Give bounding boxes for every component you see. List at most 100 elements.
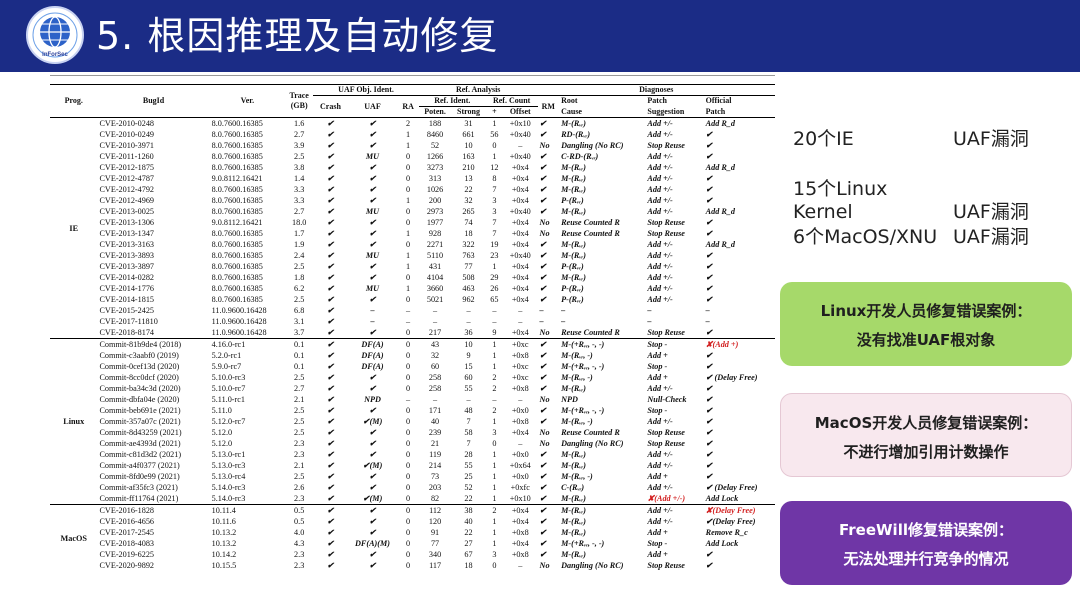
table-cell: 0	[406, 152, 411, 161]
table-cell: +0x40	[509, 130, 531, 139]
table-row: Commit-af35fc3 (2021) 5.14.0-rc3 2.6 ✔ ✔ 0 203…	[50, 482, 775, 493]
table-cell: 1	[492, 528, 497, 537]
table-row: Commit-ae4393d (2021) 5.12.0 2.3 ✔ ✔ 0 21 7 0 – No…	[50, 438, 775, 449]
table-cell: 7	[492, 185, 497, 194]
table-cell: ✔	[705, 251, 713, 260]
table-cell: Stop -	[645, 338, 704, 350]
table-row: CVE-2016-4656 10.11.6 0.5 ✔ ✔ 0 120 40 1 +0x4 ✔ M-(…	[50, 516, 775, 527]
table-cell: +0x40	[509, 207, 531, 216]
table-row: Commit-ff11764 (2021) 5.14.0-rc3 2.3 ✔ ✔(M) 0…	[50, 493, 775, 505]
table-cell: Null-Check	[647, 395, 687, 404]
table-cell: Add +	[647, 373, 668, 382]
table-cell: 10.13.2	[211, 528, 237, 537]
table-cell: 3.3	[294, 185, 305, 194]
table-cell: ✔	[539, 450, 547, 459]
table-cell: CVE-2012-1875	[99, 163, 155, 172]
table-cell: 5.2.0-rc1	[211, 351, 242, 360]
table-cell: 5021	[426, 295, 444, 304]
table-cell: ✔	[705, 196, 713, 205]
table-cell: 27	[464, 539, 473, 548]
table-cell: 60	[430, 362, 440, 371]
table-cell: –	[466, 306, 471, 315]
table-cell: 11.0.9600.16428	[211, 317, 267, 326]
table-cell: 8.0.7600.16385	[211, 240, 263, 249]
table-cell: CVE-2015-2425	[99, 306, 155, 315]
col-rm: RM	[541, 101, 555, 111]
table-cell: –	[518, 141, 523, 150]
table-cell: ✔	[539, 517, 547, 526]
table-cell: 9	[466, 351, 471, 360]
table-cell: ✔	[369, 528, 376, 537]
table-cell: CVE-2018-4083	[99, 539, 155, 548]
table-row: CVE-2012-1875 8.0.7600.16385 3.8 ✔ ✔ 0 3273 210…	[50, 162, 775, 173]
table-cell: 8.0.7600.16385	[209, 117, 286, 129]
stat-linux: 15个Linux Kernel UAF漏洞	[793, 174, 1029, 224]
table-cell: Add R_d	[705, 240, 735, 249]
table-cell: 0	[406, 472, 411, 481]
table-cell: 1	[485, 338, 503, 350]
table-cell: DF(A)(M)	[354, 539, 391, 548]
table-cell: ✔ (Delay Free)	[705, 373, 758, 382]
table-cell: 26	[490, 284, 499, 293]
table-cell: 19	[490, 240, 499, 249]
table-cell: 119	[429, 450, 442, 459]
cropped-caption	[50, 72, 775, 76]
table-cell: 8460	[426, 130, 444, 139]
table-cell: +0x4	[511, 539, 529, 548]
table-cell: 0	[406, 174, 411, 183]
table-cell: No	[539, 395, 550, 404]
table-row: CVE-2013-3897 8.0.7600.16385 2.5 ✔ ✔ 1 431 77 1 +…	[50, 261, 775, 272]
table-cell: ✔	[705, 273, 713, 282]
table-cell: 9	[492, 328, 497, 337]
table-cell: Add +/-	[647, 483, 673, 492]
table-cell: Add +/-	[647, 384, 673, 393]
table-cell: ✔	[539, 174, 547, 183]
table-cell: Remove R_c	[705, 528, 748, 537]
table-cell: ✔	[539, 130, 547, 139]
table-cell: 0	[492, 141, 497, 150]
table-cell: 1	[492, 472, 497, 481]
table-cell: Commit-af35fc3 (2021)	[99, 483, 178, 492]
table-cell: Add R_d	[703, 117, 775, 129]
table-cell: ✔(Delay Free)	[705, 517, 756, 526]
table-row: Commit-0cef13d (2020) 5.9.0-rc7 0.1 ✔ DF(A) 0…	[50, 361, 775, 372]
table-cell: 0	[406, 439, 411, 448]
col-prog: Prog.	[64, 96, 83, 105]
table-cell: 3.8	[294, 163, 305, 172]
table-cell: 1	[492, 517, 497, 526]
table-cell: 2.3	[294, 450, 305, 459]
table-cell: Commit-8cc0dcf (2020)	[99, 373, 179, 382]
table-cell: +0xc	[512, 362, 529, 371]
table-cell: CVE-2013-3897	[99, 262, 155, 271]
table-cell: 11.0.9600.16428	[211, 306, 267, 315]
table-cell: ✔	[539, 152, 547, 161]
table-cell: ✔	[327, 141, 334, 150]
table-cell: 0.5	[294, 517, 305, 526]
table-cell: Commit-0cef13d (2020)	[99, 362, 180, 371]
table-cell: 8.0.7600.16385	[211, 262, 263, 271]
table-cell: +0x4	[503, 504, 538, 516]
paper-table-image: Prog. BugId Ver. Trace (GB) UAF Obj. Iden…	[50, 72, 775, 578]
table-cell: 0.1	[294, 351, 305, 360]
table-row: Commit-ba34c3d (2020) 5.10.0-rc7 2.7 ✔ ✔ 0 258…	[50, 383, 775, 394]
table-cell: ✔	[327, 229, 334, 238]
table-cell: 0	[406, 163, 411, 172]
stat-label: 20个IE	[793, 128, 854, 150]
table-cell: 74	[464, 218, 473, 227]
table-cell: P-(Rᵥᵣ)	[561, 284, 584, 293]
table-cell: 18	[464, 229, 473, 238]
table-cell: +0x4	[511, 218, 529, 227]
table-cell: 2271	[426, 240, 444, 249]
table-cell: ✔	[369, 196, 376, 205]
table-cell: –	[518, 306, 523, 315]
table-cell: 1	[406, 141, 411, 150]
callout-text: 不进行增加引用计数操作	[843, 443, 1009, 461]
table-cell: Add +/-	[647, 284, 673, 293]
table-cell: ✔	[705, 174, 713, 183]
table-cell: Commit-ba34c3d (2020)	[99, 384, 181, 393]
table-cell: ✔	[705, 185, 713, 194]
table-cell: ✔	[539, 417, 547, 426]
table-row: CVE-2012-4787 9.0.8112.16421 1.4 ✔ ✔ 0 313 13 8 +…	[50, 173, 775, 184]
table-cell: 8.0.7600.16385	[211, 185, 263, 194]
table-cell: No	[539, 141, 550, 150]
